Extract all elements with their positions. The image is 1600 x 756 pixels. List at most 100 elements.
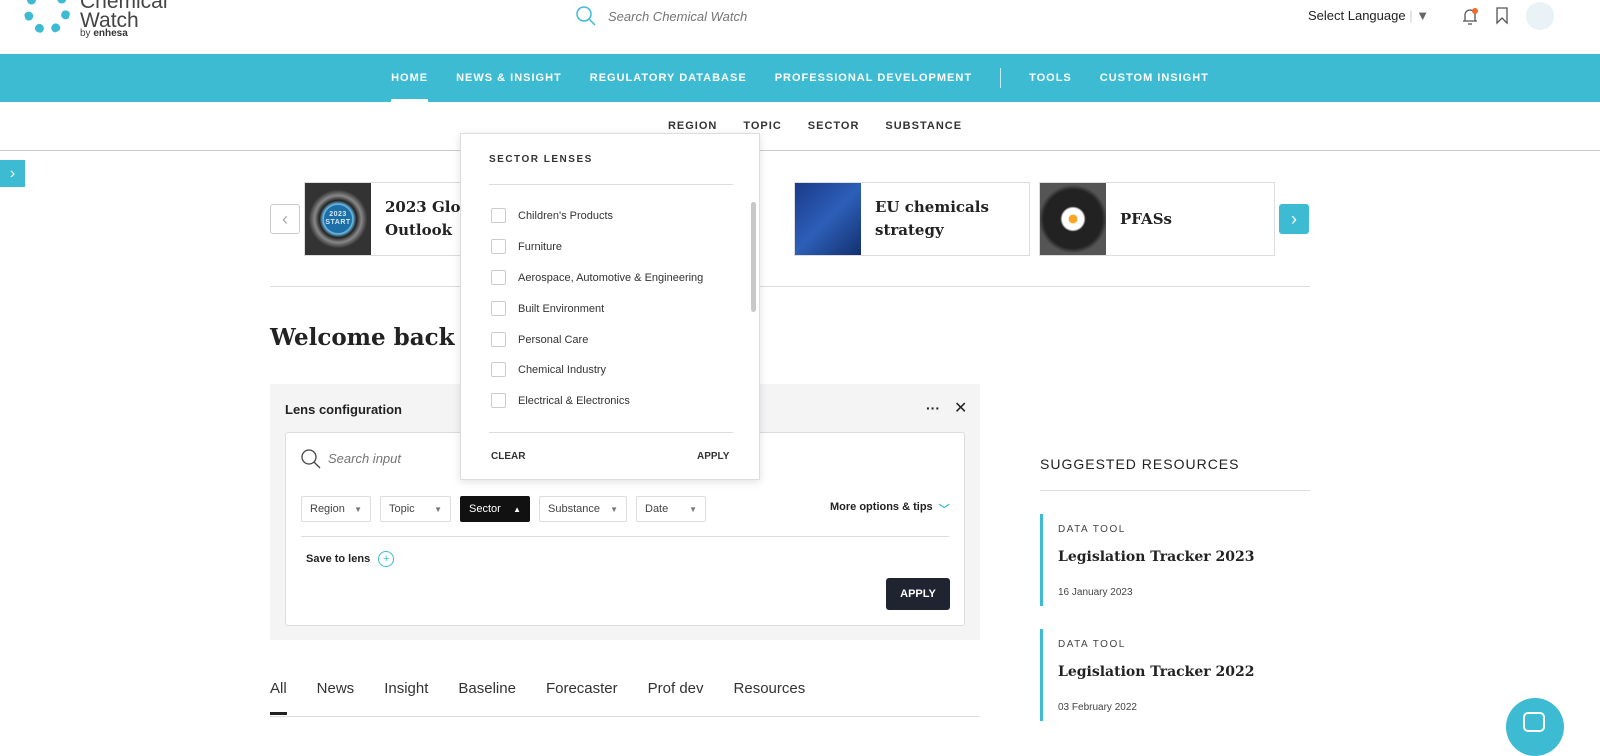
tab-all[interactable]: All: [270, 680, 287, 716]
more-options-toggle[interactable]: More options & tips ﹀: [830, 501, 950, 517]
main-nav: HOME NEWS & INSIGHT REGULATORY DATABASE …: [0, 54, 1600, 102]
subnav-sector[interactable]: SECTOR: [808, 120, 860, 132]
subnav-substance[interactable]: SUBSTANCE: [885, 120, 962, 132]
avatar[interactable]: [1526, 2, 1554, 30]
subnav-topic[interactable]: TOPIC: [743, 120, 781, 132]
divider: [489, 432, 733, 433]
logo-icon[interactable]: [24, 0, 70, 34]
nav-tools[interactable]: TOOLS: [1029, 54, 1072, 102]
option-label: Built Environment: [518, 302, 605, 315]
card-image-2023-start: 2023 START: [305, 183, 371, 255]
option-label: Electrical & Electronics: [518, 394, 630, 407]
chat-launcher-button[interactable]: [1506, 698, 1564, 756]
resource-kind: DATA TOOL: [1058, 524, 1126, 535]
card-image-eu-flag: [795, 183, 861, 255]
search-icon: [301, 449, 321, 469]
substance-dropdown[interactable]: Substance ▼: [539, 496, 627, 522]
save-to-lens[interactable]: Save to lens +: [306, 551, 395, 567]
carousel-card[interactable]: PFASs: [1039, 182, 1275, 256]
resource-name[interactable]: Legislation Tracker 2022: [1058, 664, 1310, 680]
resource-item[interactable]: DATA TOOL Legislation Tracker 2022 03 Fe…: [1040, 629, 1310, 721]
checkbox[interactable]: [491, 362, 506, 377]
sector-lenses-popup: SECTOR LENSES Children's Products Furnit…: [460, 133, 760, 480]
dropdown-label: Topic: [389, 503, 415, 515]
logo-text[interactable]: Chemical Watch: [80, 0, 168, 31]
card-image-text: 2023 START: [325, 211, 351, 226]
nav-regulatory-database[interactable]: REGULATORY DATABASE: [590, 54, 747, 102]
sector-option[interactable]: Chemical Industry: [491, 362, 606, 377]
sector-dropdown[interactable]: Sector ▲: [460, 496, 530, 522]
checkbox[interactable]: [491, 270, 506, 285]
tab-resources[interactable]: Resources: [734, 680, 806, 716]
bell-icon[interactable]: [1460, 6, 1480, 26]
resource-item[interactable]: DATA TOOL Legislation Tracker 2023 16 Ja…: [1040, 514, 1310, 606]
sector-option[interactable]: Furniture: [491, 239, 562, 254]
date-dropdown[interactable]: Date ▼: [636, 496, 706, 522]
carousel-next-button[interactable]: ›: [1279, 204, 1309, 234]
chevron-down-icon: ﹀: [938, 504, 950, 516]
nav-professional-development[interactable]: PROFESSIONAL DEVELOPMENT: [775, 54, 972, 102]
clear-button[interactable]: CLEAR: [491, 451, 525, 462]
content-tabs: All News Insight Baseline Forecaster Pro…: [270, 680, 980, 717]
tab-insight[interactable]: Insight: [384, 680, 428, 716]
sidebar-expand-button[interactable]: ›: [0, 160, 25, 187]
site-search[interactable]: [576, 6, 808, 26]
card-title: PFASs: [1120, 209, 1172, 228]
plus-icon[interactable]: +: [378, 551, 395, 567]
save-to-lens-label: Save to lens: [306, 553, 371, 565]
checkbox[interactable]: [491, 332, 506, 347]
caret-down-icon: ▼: [610, 504, 618, 514]
tab-baseline[interactable]: Baseline: [458, 680, 516, 716]
popup-apply-button[interactable]: APPLY: [697, 451, 729, 462]
scrollbar[interactable]: [751, 202, 756, 312]
chat-icon: [1523, 712, 1545, 732]
resource-name[interactable]: Legislation Tracker 2023: [1058, 549, 1310, 565]
tab-forecaster[interactable]: Forecaster: [546, 680, 618, 716]
region-dropdown[interactable]: Region ▼: [301, 496, 371, 522]
tab-prof-dev[interactable]: Prof dev: [648, 680, 704, 716]
nav-custom-insight[interactable]: CUSTOM INSIGHT: [1100, 54, 1209, 102]
checkbox[interactable]: [491, 301, 506, 316]
nav-home[interactable]: HOME: [391, 54, 429, 102]
checkbox[interactable]: [491, 393, 506, 408]
bookmark-icon[interactable]: [1495, 7, 1509, 25]
divider: [1040, 490, 1310, 491]
logo-by: by enhesa: [80, 28, 128, 39]
caret-down-icon: ▼: [689, 504, 697, 514]
top-header: ChemicalWatch by enhesa Select Language …: [0, 0, 1600, 54]
search-input[interactable]: [608, 8, 808, 24]
carousel-prev-button[interactable]: ‹: [270, 204, 300, 234]
language-label: Select Language: [1308, 8, 1406, 23]
nav-news-insight[interactable]: NEWS & INSIGHT: [456, 54, 562, 102]
sector-option[interactable]: Aerospace, Automotive & Engineering: [491, 270, 703, 285]
option-label: Aerospace, Automotive & Engineering: [518, 271, 704, 284]
topic-dropdown[interactable]: Topic ▼: [380, 496, 451, 522]
welcome-heading: Welcome back B: [270, 324, 483, 351]
resource-date: 03 February 2022: [1058, 702, 1137, 713]
card-title: EU chemicals strategy: [875, 198, 989, 239]
divider: [301, 536, 949, 537]
carousel-card[interactable]: EU chemicals strategy: [794, 182, 1030, 256]
checkbox[interactable]: [491, 208, 506, 223]
close-icon[interactable]: ✕: [954, 398, 967, 418]
sector-option[interactable]: Built Environment: [491, 301, 604, 316]
more-options-label: More options & tips: [830, 501, 933, 513]
search-icon[interactable]: [576, 6, 596, 26]
option-label: Children's Products: [518, 209, 614, 222]
caret-down-icon: ▼: [354, 504, 362, 514]
sector-option[interactable]: Electrical & Electronics: [491, 393, 630, 408]
apply-button[interactable]: APPLY: [886, 578, 950, 610]
logo-brand: enhesa: [93, 28, 128, 39]
card-image-frying-pan: [1040, 183, 1106, 255]
sector-option[interactable]: Personal Care: [491, 332, 588, 347]
caret-down-icon: ▼: [434, 504, 442, 514]
tab-news[interactable]: News: [317, 680, 355, 716]
subnav-region[interactable]: REGION: [668, 120, 717, 132]
dropdown-label: Sector: [469, 503, 501, 515]
more-options-icon[interactable]: ···: [926, 400, 940, 416]
sector-option[interactable]: Children's Products: [491, 208, 613, 223]
language-select[interactable]: Select Language | ▼: [1308, 8, 1429, 23]
dropdown-label: Region: [310, 503, 345, 515]
checkbox[interactable]: [491, 239, 506, 254]
dropdown-label: Date: [645, 503, 669, 515]
